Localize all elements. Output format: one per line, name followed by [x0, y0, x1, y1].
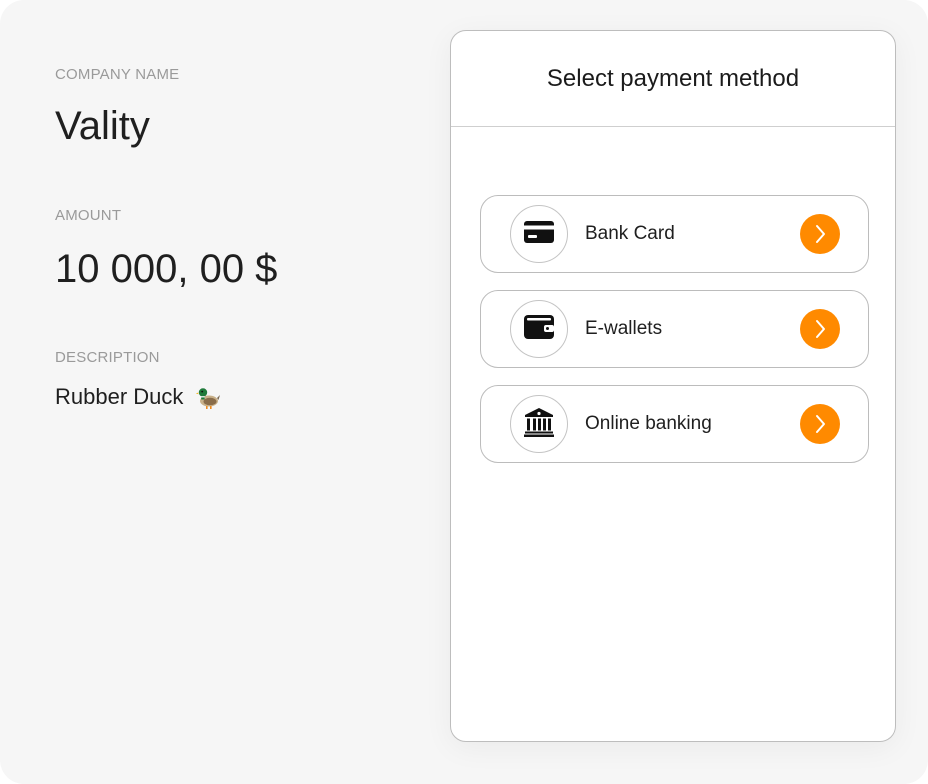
wallet-icon — [524, 314, 554, 344]
amount-label: AMOUNT — [55, 207, 122, 224]
chevron-right-icon[interactable] — [800, 214, 840, 254]
payment-methods-list: Bank Card E-wallets Online banking — [480, 195, 869, 480]
description: Rubber Duck — [55, 384, 221, 410]
chevron-right-icon[interactable] — [800, 404, 840, 444]
payment-method-icon-wrap — [510, 395, 568, 453]
checkout-page: COMPANY NAME Vality AMOUNT 10 000, 00 $ … — [0, 0, 928, 784]
credit-card-icon — [524, 220, 554, 248]
payment-method-label: E-wallets — [585, 318, 663, 339]
payment-method-bank-card[interactable]: Bank Card — [480, 195, 869, 273]
company-name: Vality — [55, 104, 150, 148]
description-label: DESCRIPTION — [55, 349, 160, 366]
payment-method-label: Bank Card — [585, 223, 675, 244]
bank-building-icon — [524, 407, 554, 442]
payment-card: Select payment method Bank Card E-wallet… — [450, 30, 896, 742]
payment-method-e-wallets[interactable]: E-wallets — [480, 290, 869, 368]
amount-value: 10 000, 00 $ — [55, 247, 278, 291]
duck-icon — [195, 384, 221, 410]
chevron-right-icon[interactable] — [800, 309, 840, 349]
description-text: Rubber Duck — [55, 384, 184, 409]
company-name-label: COMPANY NAME — [55, 66, 180, 83]
payment-method-icon-wrap — [510, 205, 568, 263]
payment-card-header: Select payment method — [451, 31, 895, 127]
payment-card-title: Select payment method — [546, 64, 800, 92]
payment-method-icon-wrap — [510, 300, 568, 358]
payment-method-label: Online banking — [585, 413, 712, 434]
payment-method-online-banking[interactable]: Online banking — [480, 385, 869, 463]
